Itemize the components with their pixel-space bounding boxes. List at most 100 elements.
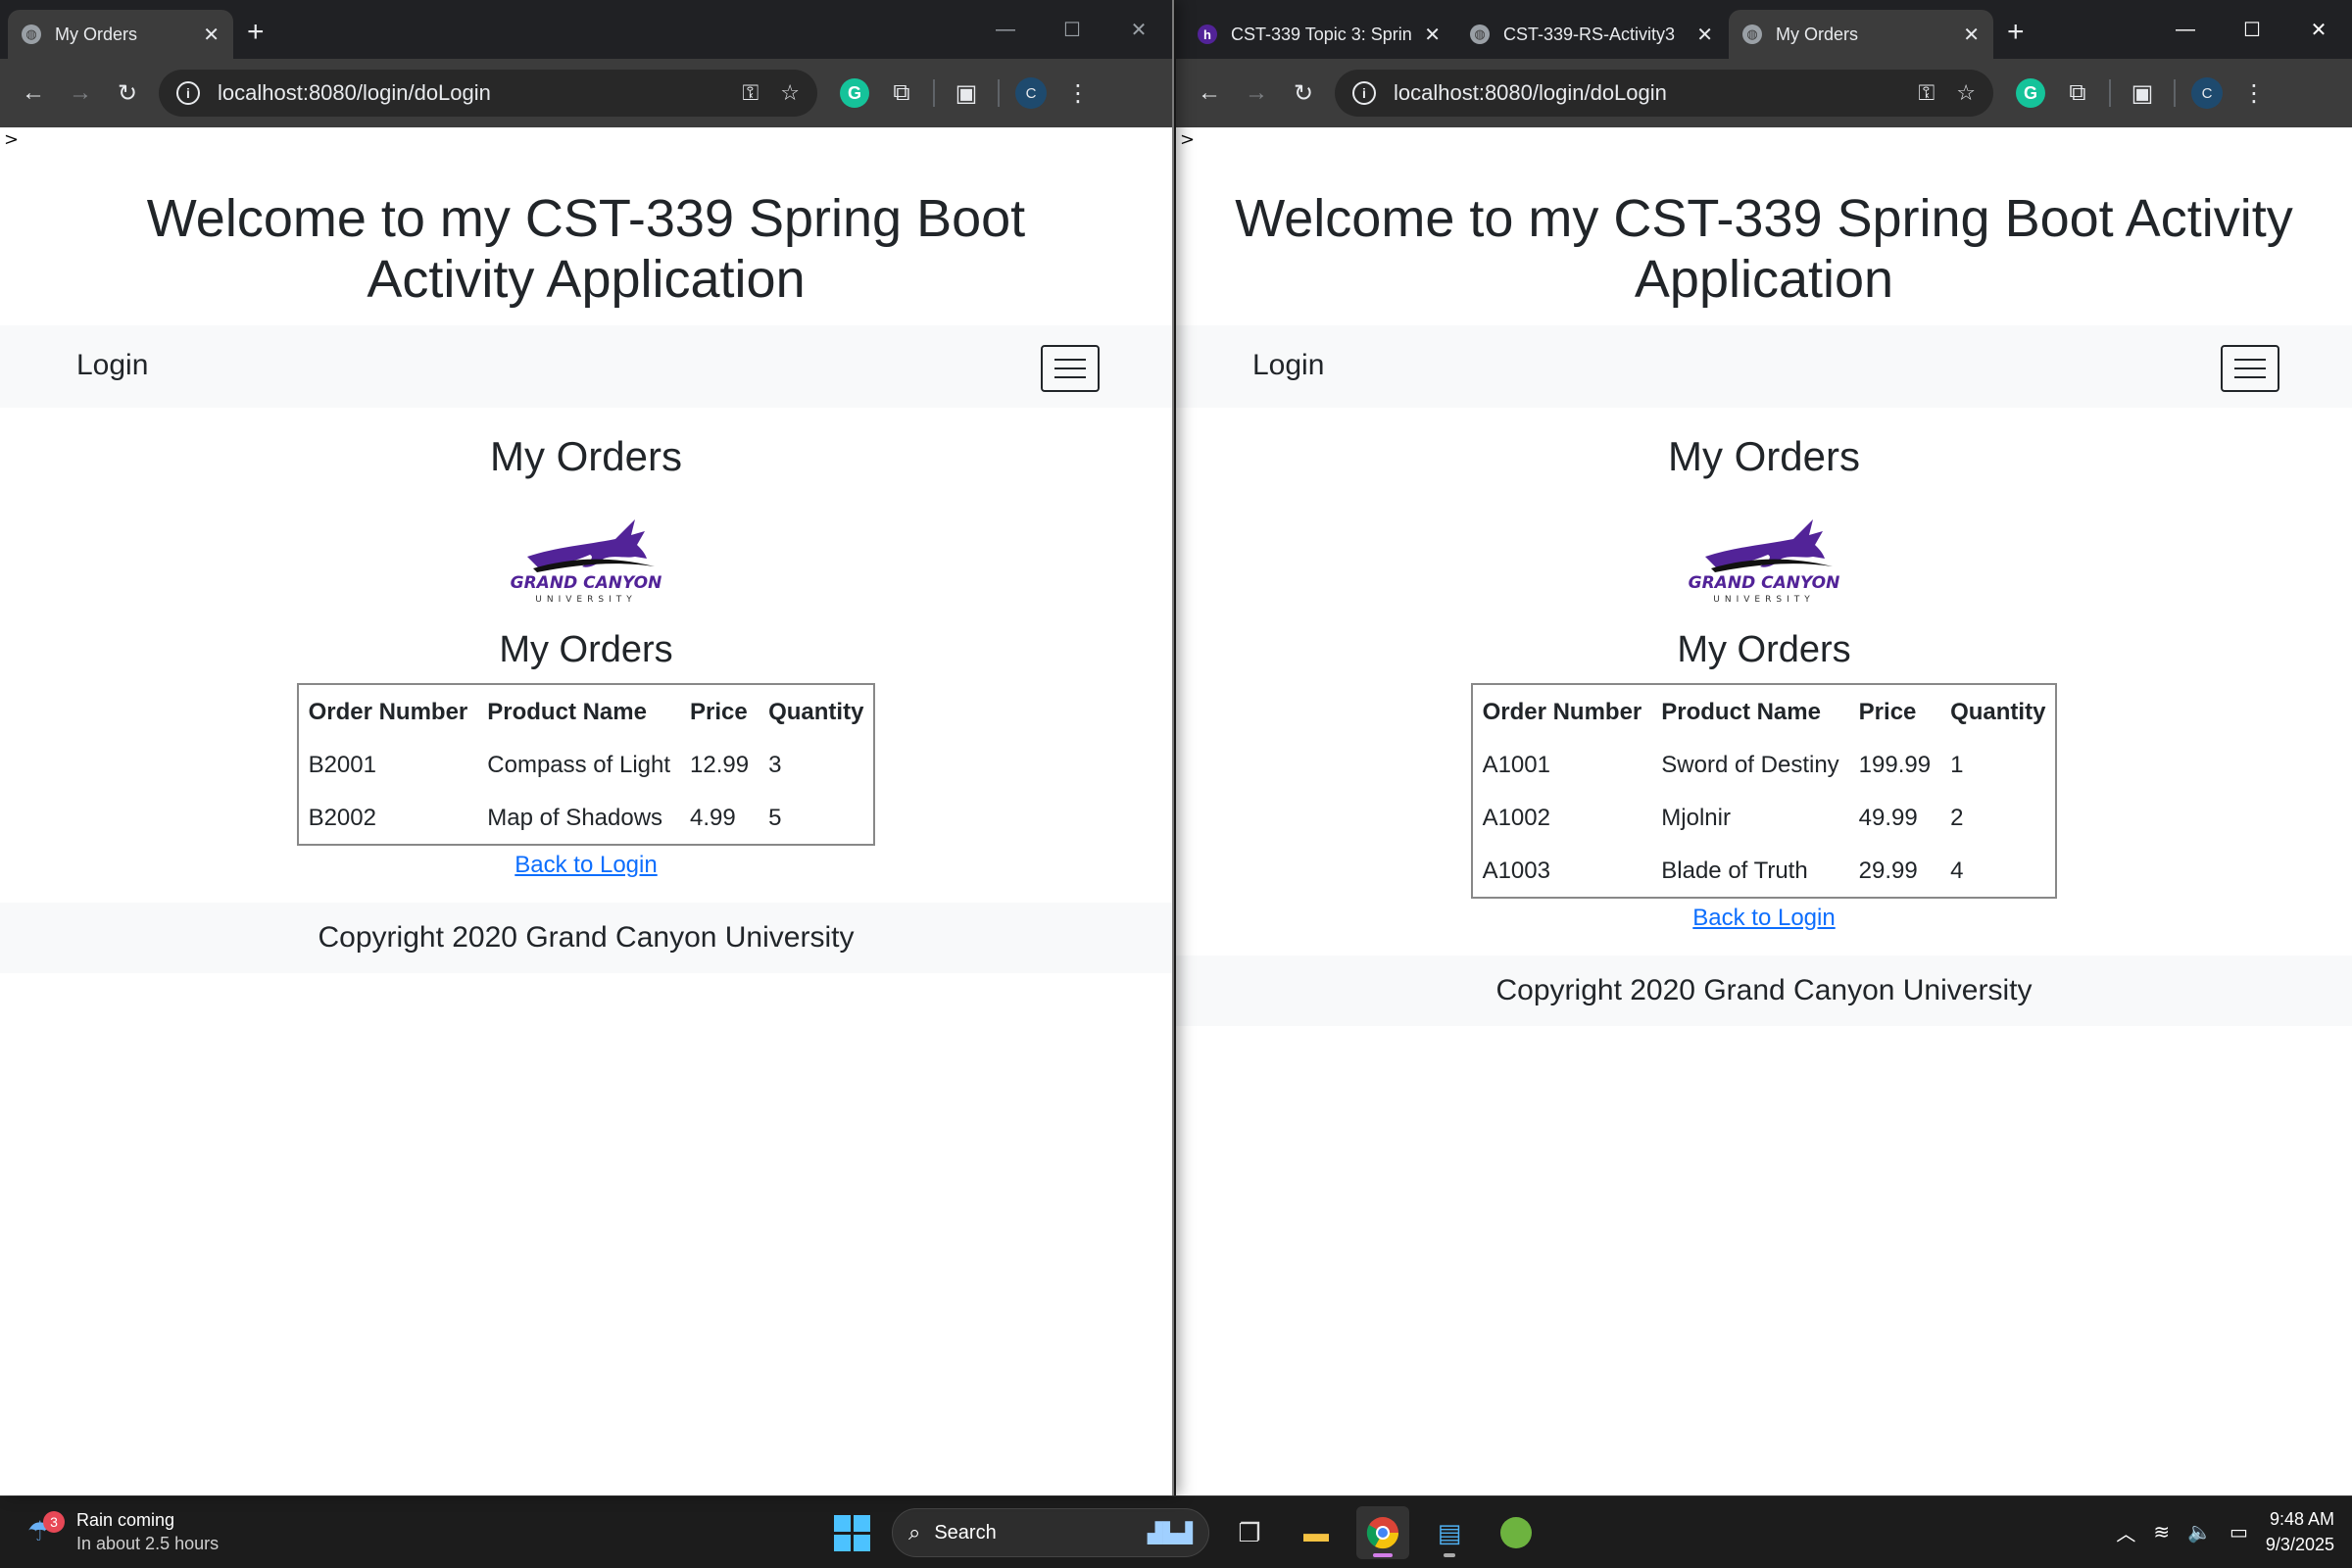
forward-icon[interactable]: →: [1233, 70, 1280, 117]
url-text[interactable]: localhost:8080/login/doLogin: [218, 80, 721, 106]
reload-icon[interactable]: ↻: [1280, 70, 1327, 117]
cell-price: 12.99: [690, 752, 750, 778]
back-to-login-link[interactable]: Back to Login: [0, 852, 1172, 879]
site-info-icon[interactable]: i: [176, 81, 200, 105]
hamburger-menu-icon[interactable]: [1041, 345, 1100, 392]
cell-product-name: Mjolnir: [1661, 805, 1731, 831]
navbar-brand-login[interactable]: Login: [76, 349, 148, 382]
new-tab-button[interactable]: +: [247, 10, 265, 59]
tab-title: My Orders: [1776, 24, 1859, 44]
gcu-logo: GRAND CANYON UNIVERSITY: [511, 519, 662, 605]
grammarly-extension[interactable]: G: [831, 70, 878, 117]
close-tab-icon[interactable]: ✕: [1963, 23, 1980, 47]
extensions-icon[interactable]: ⧉: [878, 70, 925, 117]
close-window-icon[interactable]: ✕: [1105, 0, 1172, 59]
chrome-icon[interactable]: [1356, 1506, 1409, 1559]
battery-icon[interactable]: ▭: [2230, 1520, 2248, 1544]
navbar: Login: [0, 325, 1172, 408]
globe-icon: ◍: [22, 24, 41, 44]
password-key-icon[interactable]: ⚿: [743, 80, 760, 106]
menu-kebab-icon[interactable]: ⋮: [1054, 70, 1102, 117]
toolbar-divider: [2174, 79, 2176, 107]
close-tab-icon[interactable]: ✕: [203, 23, 220, 47]
clock-date: 9/3/2025: [2265, 1535, 2334, 1554]
orders-table-heading: My Orders: [1677, 629, 1851, 670]
tab-my-orders[interactable]: ◍ My Orders ✕: [1729, 10, 1993, 59]
toolbar-divider: [933, 79, 935, 107]
url-text[interactable]: localhost:8080/login/doLogin: [1394, 80, 1897, 106]
task-view-icon[interactable]: ❐: [1223, 1506, 1276, 1559]
close-tab-icon[interactable]: ✕: [1424, 23, 1441, 47]
stray-character: >: [1180, 129, 1196, 150]
orders-table: Order Number Product Name Price Quantity…: [296, 683, 876, 846]
grammarly-extension[interactable]: G: [2007, 70, 2054, 117]
site-info-icon[interactable]: i: [1352, 81, 1376, 105]
spring-tool-suite-icon[interactable]: [1490, 1506, 1543, 1559]
column-header: Product Name: [487, 699, 647, 725]
cell-price: 199.99: [1858, 752, 1932, 778]
tab-rs-activity3[interactable]: ◍ CST-339-RS-Activity3 ✕: [1456, 10, 1727, 59]
table-row: B2002 Map of Shadows 4.99 5: [298, 791, 875, 845]
taskbar: ☂ 3 Rain coming In about 2.5 hours ⌕ Sear…: [0, 1495, 2352, 1568]
back-icon[interactable]: ←: [1186, 70, 1233, 117]
windows-start-icon[interactable]: [825, 1506, 878, 1559]
volume-icon[interactable]: 🔈: [2187, 1520, 2212, 1544]
tab-my-orders[interactable]: ◍ My Orders ✕: [8, 10, 233, 59]
chevron-up-icon[interactable]: ︿: [2116, 1518, 2135, 1546]
taskbar-center: ⌕ Search ▟▙▟ ❐ ▬ ▤: [825, 1506, 1543, 1559]
hamburger-menu-icon[interactable]: [2221, 345, 2279, 392]
close-window-icon[interactable]: ✕: [2285, 0, 2352, 59]
column-header: Quantity: [768, 699, 864, 725]
search-icon: ⌕: [908, 1520, 921, 1544]
system-tray: ︿ ≋ 🔈 ▭ 9:48 AM 9/3/2025: [2116, 1506, 2334, 1557]
navbar: Login: [1176, 325, 2352, 408]
column-header: Product Name: [1661, 699, 1821, 725]
new-tab-button[interactable]: +: [2007, 10, 2025, 59]
bookmark-star-icon[interactable]: ☆: [780, 80, 800, 106]
address-bar[interactable]: i localhost:8080/login/doLogin ⚿ ☆: [159, 70, 817, 117]
page-title: My Orders: [1667, 433, 1860, 479]
cell-product-name: Map of Shadows: [487, 805, 663, 831]
notepad-icon[interactable]: ▤: [1423, 1506, 1476, 1559]
password-key-icon[interactable]: ⚿: [1919, 80, 1936, 106]
extensions-icon[interactable]: ⧉: [2054, 70, 2101, 117]
taskbar-search[interactable]: ⌕ Search ▟▙▟: [892, 1508, 1209, 1557]
back-icon[interactable]: ←: [10, 70, 57, 117]
search-placeholder: Search: [934, 1521, 997, 1544]
bookmark-star-icon[interactable]: ☆: [1956, 80, 1976, 106]
logo-text-line1: GRAND CANYON: [1689, 573, 1840, 593]
window-controls: — ☐ ✕: [2152, 0, 2352, 59]
cell-order-number: B2001: [308, 752, 376, 778]
toolbar-divider: [2109, 79, 2111, 107]
maximize-icon[interactable]: ☐: [1039, 0, 1105, 59]
reload-icon[interactable]: ↻: [104, 70, 151, 117]
cell-product-name: Blade of Truth: [1661, 858, 1808, 884]
wifi-icon[interactable]: ≋: [2153, 1520, 2170, 1544]
page-content: > Welcome to my CST-339 Spring Boot Acti…: [0, 127, 1172, 1495]
profile-button[interactable]: C: [2183, 70, 2230, 117]
media-controls-icon[interactable]: ▣: [943, 70, 990, 117]
back-to-login-link[interactable]: Back to Login: [1176, 905, 2352, 932]
tab-strip: ◍ My Orders ✕ + — ☐ ✕: [0, 0, 1172, 59]
minimize-icon[interactable]: —: [972, 0, 1039, 59]
column-header: Order Number: [1482, 699, 1642, 725]
cell-order-number: B2002: [308, 805, 376, 831]
table-row: A1002 Mjolnir 49.99 2: [1472, 791, 2057, 844]
forward-icon[interactable]: →: [57, 70, 104, 117]
file-explorer-icon[interactable]: ▬: [1290, 1506, 1343, 1559]
address-bar[interactable]: i localhost:8080/login/doLogin ⚿ ☆: [1335, 70, 1993, 117]
media-controls-icon[interactable]: ▣: [2119, 70, 2166, 117]
clock[interactable]: 9:48 AM 9/3/2025: [2266, 1506, 2334, 1557]
minimize-icon[interactable]: —: [2152, 0, 2219, 59]
cell-price: 4.99: [690, 805, 736, 831]
cell-quantity: 4: [1950, 858, 1964, 884]
profile-button[interactable]: C: [1007, 70, 1054, 117]
maximize-icon[interactable]: ☐: [2219, 0, 2285, 59]
table-header-row: Order Number Product Name Price Quantity: [298, 684, 875, 738]
close-tab-icon[interactable]: ✕: [1696, 23, 1713, 47]
menu-kebab-icon[interactable]: ⋮: [2230, 70, 2278, 117]
tab-cst339-topic3[interactable]: h CST-339 Topic 3: Sprin ✕: [1184, 10, 1454, 59]
weather-widget[interactable]: ☂ 3 Rain coming In about 2.5 hours: [27, 1508, 219, 1555]
navbar-brand-login[interactable]: Login: [1252, 349, 1324, 382]
gcu-favicon-icon: h: [1198, 24, 1217, 44]
